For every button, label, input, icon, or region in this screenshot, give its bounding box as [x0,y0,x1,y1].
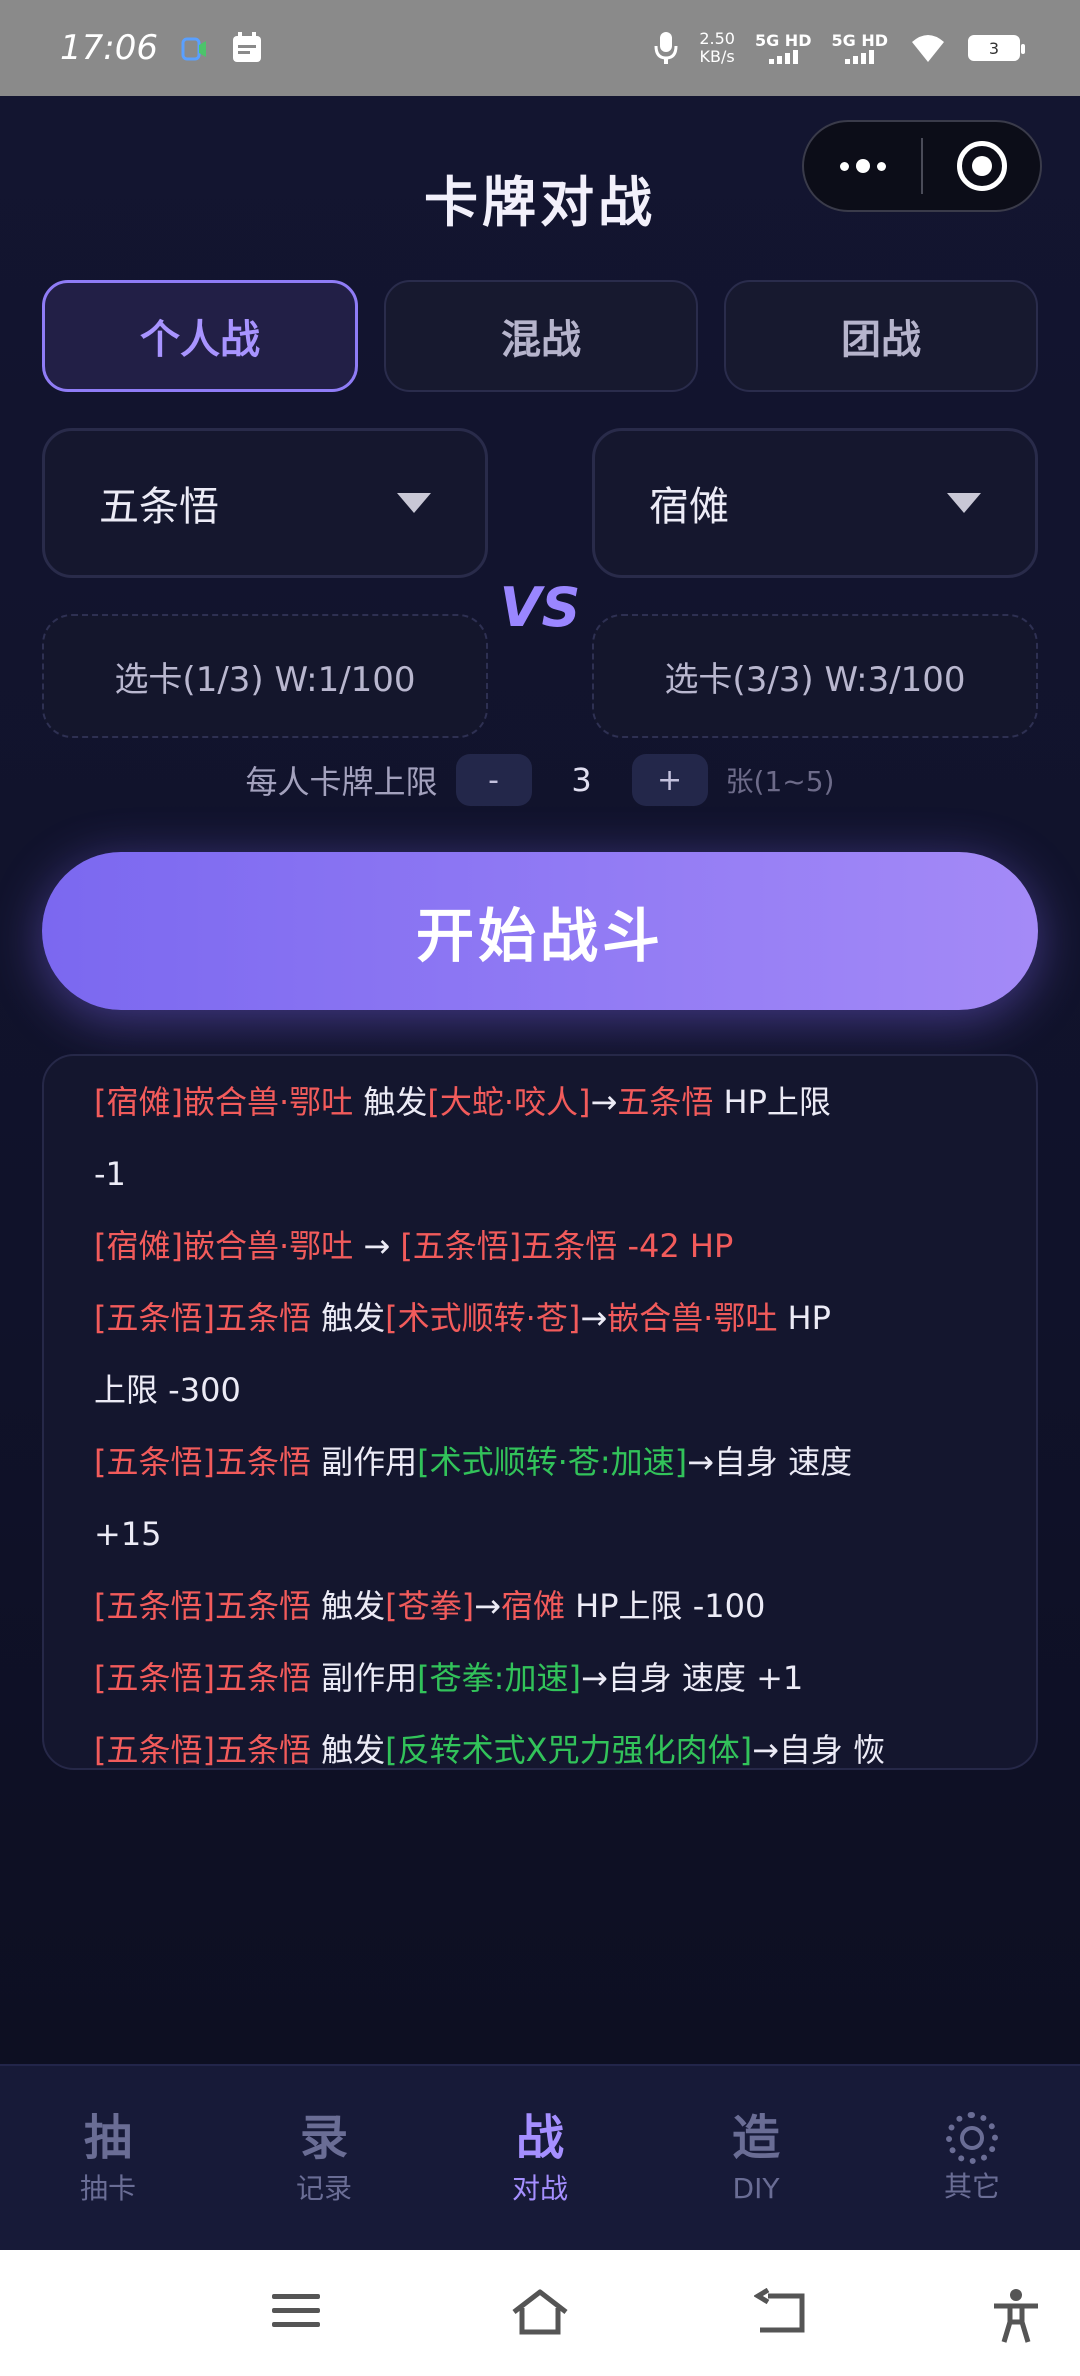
status-bar: 17:06 2.50 KB/s 5G HD 5G HD 3 [0,0,1080,96]
draw-icon: 抽 [83,2110,132,2166]
nav-label: 其它 [943,2170,1000,2203]
menu-icon [272,2294,320,2327]
card-limit-label: 每人卡牌上限 [245,763,438,801]
signal-bars-icon [768,50,798,64]
left-card-pick-button[interactable]: 选卡(1/3) W:1/100 [42,614,488,738]
decrement-button[interactable]: - [455,754,532,806]
log-line: 上限 -300 [94,1371,241,1409]
right-player-name: 宿傩 [649,484,729,530]
page-title: 卡牌对战 [424,171,656,234]
menu-button[interactable] [270,2288,322,2332]
log-line: [宿傩]嵌合兽·鄂吐 → [五条悟]五条悟 -42 HP [94,1227,734,1265]
wifi-icon [908,32,948,64]
nav-label: 对战 [511,2172,568,2205]
signal-indicator-2: 5G HD [831,32,888,64]
network-speed: 2.50 KB/s [699,29,735,66]
tab-individual[interactable]: 个人战 [42,280,358,392]
nav-diy[interactable]: 造 DIY [648,2110,864,2206]
signal-indicator-1: 5G HD [755,32,811,64]
log-line: [五条悟]五条悟 触发[反转术式X咒力强化肉体]→自身 恢 [94,1731,886,1769]
calendar-icon [230,31,264,65]
status-time: 17:06 [60,28,158,68]
chevron-down-icon [397,493,431,513]
main-content: 卡牌对战 个人战 混战 团战 五条悟 宿傩 VS 选卡(1/3) W:1/100… [0,96,1080,2064]
nav-battle[interactable]: 战 对战 [432,2110,648,2206]
log-line: [五条悟]五条悟 触发[术式顺转·苍]→嵌合兽·鄂吐 HP [94,1299,831,1337]
nav-draw-card[interactable]: 抽 抽卡 [0,2110,216,2206]
nav-label: 抽卡 [79,2172,136,2205]
system-navigation-bar [0,2250,1080,2376]
battery-icon: 3 [968,35,1025,61]
left-player-select[interactable]: 五条悟 [42,428,488,578]
right-player-select[interactable]: 宿傩 [592,428,1038,578]
log-line: +15 [94,1515,162,1553]
log-line: [五条悟]五条悟 触发[苍拳]→宿傩 HP上限 -100 [94,1587,766,1625]
card-limit-unit: 张(1~5) [725,765,835,798]
log-line: [宿傩]嵌合兽·鄂吐 触发[大蛇·咬人]→五条悟 HP上限 [94,1083,831,1121]
nav-other[interactable]: 其它 [864,2112,1080,2204]
video-call-icon [180,31,208,65]
nav-label: 记录 [295,2172,352,2205]
log-line: -1 [94,1155,126,1193]
log-line: [五条悟]五条悟 副作用[苍拳:加速]→自身 速度 +1 [94,1659,804,1697]
increment-button[interactable]: + [631,754,708,806]
accessibility-icon [994,2289,1038,2343]
battle-icon: 战 [515,2110,564,2166]
accessibility-button[interactable] [990,2288,1042,2344]
bottom-nav: 抽 抽卡 录 记录 战 对战 造 DIY 其它 [0,2064,1080,2250]
microphone-icon [653,30,679,66]
record-icon: 录 [299,2110,348,2166]
start-battle-button[interactable]: 开始战斗 [42,852,1038,1010]
nav-records[interactable]: 录 记录 [216,2110,432,2206]
tab-team[interactable]: 团战 [724,280,1038,392]
gear-icon [946,2112,998,2164]
battle-log[interactable]: [宿傩]嵌合兽·鄂吐 触发[大蛇·咬人]→五条悟 HP上限 -1 [宿傩]嵌合兽… [42,1054,1038,1770]
signal-bars-icon [845,50,875,64]
log-line: [五条悟]五条悟 副作用[术式顺转·苍:加速]→自身 速度 [94,1443,853,1481]
back-button[interactable] [754,2288,806,2336]
card-limit-row: 每人卡牌上限 - 3 + 张(1~5) [0,752,1080,808]
home-button[interactable] [510,2288,570,2338]
create-icon: 造 [731,2110,780,2166]
card-limit-value: 3 [571,761,592,799]
battle-mode-tabs: 个人战 混战 团战 [42,280,1038,392]
home-icon [512,2289,568,2335]
nav-label: DIY [732,2172,780,2205]
player-selects: 五条悟 宿傩 [42,428,1038,578]
chevron-down-icon [947,493,981,513]
tab-melee[interactable]: 混战 [384,280,698,392]
left-player-name: 五条悟 [99,484,219,530]
back-icon [754,2288,805,2333]
right-card-pick-button[interactable]: 选卡(3/3) W:3/100 [592,614,1038,738]
